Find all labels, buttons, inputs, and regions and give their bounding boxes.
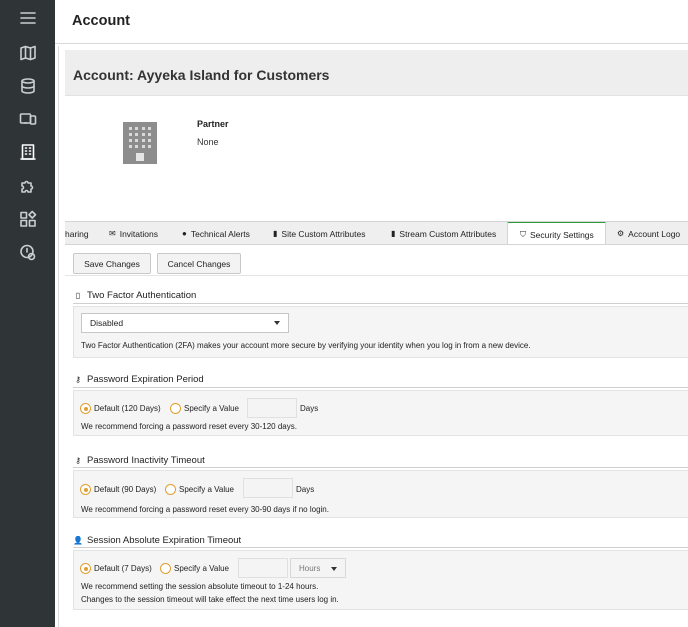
caret-down-icon	[274, 321, 280, 325]
days-unit: Days	[296, 485, 315, 494]
save-changes-button[interactable]: Save Changes	[73, 253, 151, 274]
envelope-icon: ✉	[109, 229, 116, 238]
default-radio[interactable]	[80, 484, 91, 495]
session-timeout-panel: Default (7 Days) Specify a Value Hours W…	[73, 550, 688, 610]
divider	[73, 303, 688, 304]
select-value: Hours	[299, 563, 321, 573]
sidebar	[0, 0, 55, 627]
partner-value: None	[197, 137, 219, 147]
default-radio[interactable]	[80, 563, 91, 574]
user-icon: 👤	[73, 536, 83, 545]
devices-icon[interactable]	[16, 107, 40, 131]
tab-bar: haring ✉ Invitations ● Technical Alerts …	[65, 221, 688, 245]
password-expiration-title: ⚷ Password Expiration Period	[73, 374, 204, 385]
tab-label: Account Logo	[628, 228, 681, 239]
days-input[interactable]	[243, 478, 293, 498]
account-header: Account: Ayyeka Island for Customers	[65, 50, 688, 96]
partner-label: Partner	[197, 119, 229, 129]
days-unit: Days	[300, 404, 319, 413]
action-bar: Save Changes Cancel Changes	[65, 245, 688, 276]
session-timeout-note-2: Changes to the session timeout will take…	[81, 595, 339, 604]
main-content: Account: Ayyeka Island for Customers Par…	[58, 46, 688, 627]
page-title: Account	[72, 13, 130, 29]
building-icon	[123, 122, 157, 164]
tab-site-custom-attributes[interactable]: ▮ Site Custom Attributes	[273, 222, 366, 244]
info-icon: ●	[182, 229, 187, 238]
tab-label: Technical Alerts	[190, 228, 250, 239]
tab-invitations[interactable]: ✉ Invitations	[109, 222, 158, 244]
specify-radio-label: Specify a Value	[184, 404, 239, 413]
default-radio-label: Default (120 Days)	[94, 404, 161, 413]
timeout-value-input[interactable]	[238, 558, 288, 578]
two-factor-title: ▯ Two Factor Authentication	[73, 290, 197, 301]
tab-label: Security Settings	[530, 230, 594, 240]
tab-account-logo[interactable]: ⚙ Account Logo	[617, 222, 681, 244]
building-icon[interactable]	[16, 140, 40, 164]
caret-down-icon	[331, 567, 337, 571]
specify-radio-label: Specify a Value	[174, 564, 229, 573]
password-expiration-panel: Default (120 Days) Specify a Value Days …	[73, 390, 688, 436]
password-expiration-note: We recommend forcing a password reset ev…	[81, 422, 297, 431]
section-title-text: Password Expiration Period	[87, 374, 204, 385]
shield-icon: ⛉	[520, 230, 526, 239]
tab-security-settings[interactable]: ⛉ Security Settings	[507, 222, 606, 244]
password-inactivity-title: ⚷ Password Inactivity Timeout	[73, 455, 205, 466]
cancel-changes-button[interactable]: Cancel Changes	[157, 253, 241, 274]
mobile-icon: ▯	[75, 291, 81, 300]
tab-stream-custom-attributes[interactable]: ▮ Stream Custom Attributes	[391, 222, 497, 244]
alert-icon[interactable]	[16, 240, 40, 264]
puzzle-icon[interactable]	[16, 174, 40, 198]
section-title-text: Two Factor Authentication	[87, 290, 197, 301]
default-radio-label: Default (90 Days)	[94, 485, 157, 494]
specify-radio[interactable]	[170, 403, 181, 414]
tab-label: haring	[65, 228, 89, 239]
password-inactivity-panel: Default (90 Days) Specify a Value Days W…	[73, 470, 688, 518]
account-title: Account: Ayyeka Island for Customers	[73, 67, 330, 83]
specify-radio[interactable]	[165, 484, 176, 495]
section-title-text: Password Inactivity Timeout	[87, 455, 205, 466]
hamburger-icon[interactable]	[16, 6, 40, 30]
default-radio[interactable]	[80, 403, 91, 414]
specify-radio-label: Specify a Value	[179, 485, 234, 494]
two-factor-select[interactable]: Disabled	[81, 313, 289, 333]
map-icon[interactable]	[16, 41, 40, 65]
two-factor-panel: Disabled Two Factor Authentication (2FA)…	[73, 306, 688, 358]
tab-label: Site Custom Attributes	[281, 228, 366, 239]
specify-radio[interactable]	[160, 563, 171, 574]
session-timeout-note: We recommend setting the session absolut…	[81, 582, 319, 591]
key-icon: ⚷	[75, 456, 81, 465]
default-radio-label: Default (7 Days)	[94, 564, 152, 573]
tab-sharing[interactable]: haring	[65, 222, 89, 244]
top-bar: Account	[55, 0, 688, 44]
key-icon: ⚷	[75, 375, 81, 384]
widgets-icon[interactable]	[16, 207, 40, 231]
password-inactivity-note: We recommend forcing a password reset ev…	[81, 505, 329, 514]
select-value: Disabled	[90, 318, 124, 328]
timeout-unit-select[interactable]: Hours	[290, 558, 346, 578]
divider	[73, 547, 688, 548]
days-input[interactable]	[247, 398, 297, 418]
bookmark-icon: ▮	[273, 229, 278, 238]
divider	[73, 387, 688, 388]
tab-label: Invitations	[119, 228, 158, 239]
database-icon[interactable]	[16, 74, 40, 98]
tab-technical-alerts[interactable]: ● Technical Alerts	[182, 222, 250, 244]
tab-label: Stream Custom Attributes	[399, 228, 497, 239]
gear-icon: ⚙	[617, 229, 625, 238]
section-title-text: Session Absolute Expiration Timeout	[87, 535, 242, 546]
two-factor-description: Two Factor Authentication (2FA) makes yo…	[81, 341, 531, 350]
bookmark-icon: ▮	[391, 229, 396, 238]
divider	[73, 467, 688, 468]
session-timeout-title: 👤 Session Absolute Expiration Timeout	[73, 535, 241, 546]
